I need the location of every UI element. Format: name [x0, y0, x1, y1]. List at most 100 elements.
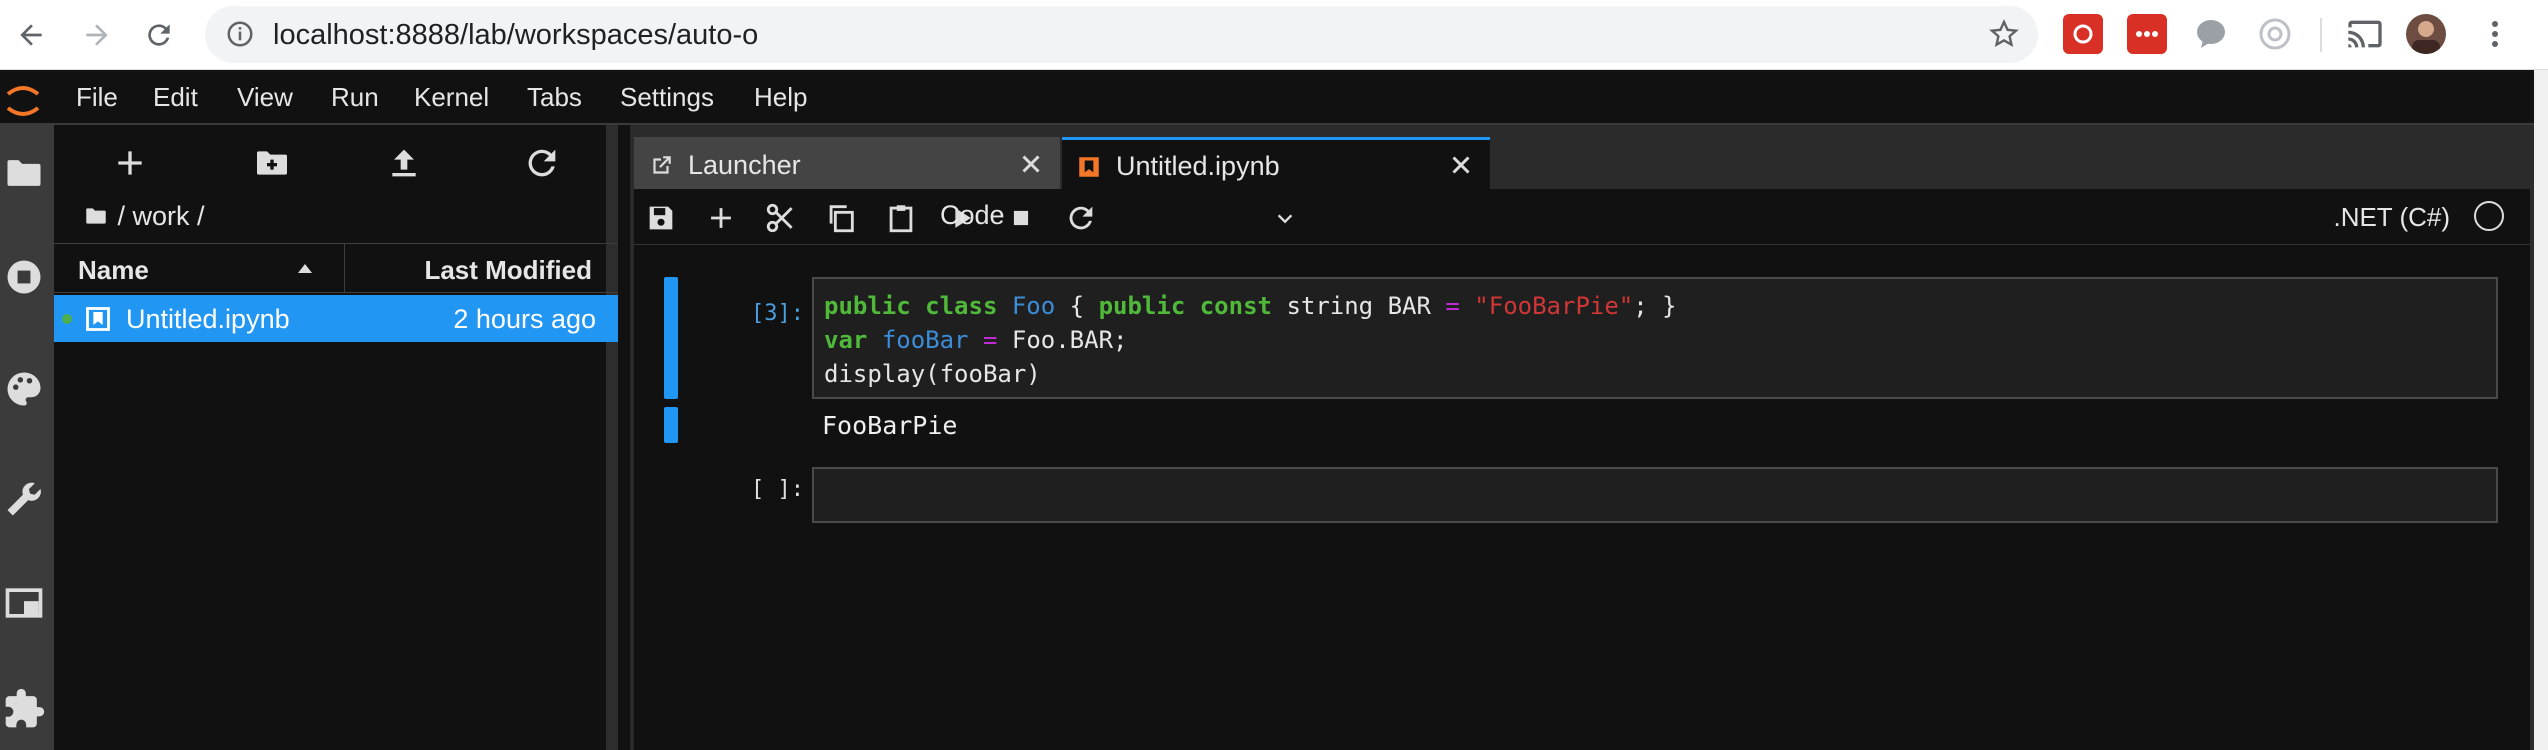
menu-file[interactable]: File — [76, 82, 118, 113]
keyword-token: const — [1199, 292, 1272, 320]
notebook-body: [3]: public class Foo { public const str… — [634, 245, 2530, 750]
cast-icon — [2348, 20, 2382, 48]
operator-token: = — [1445, 292, 1460, 320]
cast-button[interactable] — [2345, 14, 2385, 54]
notebook-file-icon — [86, 307, 110, 331]
info-icon[interactable] — [225, 19, 255, 49]
folder-icon[interactable] — [2, 151, 46, 195]
cut-icon[interactable] — [764, 201, 798, 235]
more-dots-extension-icon — [2136, 31, 2158, 37]
running-stop-icon[interactable] — [2, 255, 46, 299]
class-token: Foo — [1011, 292, 1056, 320]
close-icon[interactable] — [1446, 150, 1476, 180]
kernel-status-indicator — [2474, 201, 2504, 231]
operator-token: = — [982, 326, 998, 354]
name-column-header[interactable]: Name — [78, 255, 149, 286]
menu-edit[interactable]: Edit — [153, 82, 198, 113]
menu-view[interactable]: View — [237, 82, 293, 113]
extension-icon[interactable] — [2127, 14, 2167, 54]
chat-bubble-extension-icon — [2197, 20, 2225, 48]
identifier-token: Foo.BAR; — [1011, 326, 1128, 354]
restart-icon[interactable] — [1064, 201, 1098, 235]
screen: localhost:8888/lab/workspaces/auto-o Fil… — [0, 0, 2548, 750]
running-indicator — [62, 314, 72, 324]
extension-puzzle-icon[interactable] — [2, 687, 46, 731]
new-launcher-icon[interactable] — [110, 143, 150, 183]
tab-untitled-notebook[interactable]: Untitled.ipynb — [1062, 137, 1490, 189]
code-line: display(fooBar) — [824, 360, 1041, 388]
brace-token: { — [1069, 292, 1085, 320]
file-list-header: Name Last Modified — [54, 243, 618, 293]
menu-help[interactable]: Help — [754, 82, 807, 113]
modified-column-header[interactable]: Last Modified — [424, 255, 592, 286]
copy-icon[interactable] — [824, 201, 858, 235]
code-editor[interactable] — [812, 467, 2498, 523]
sort-up-icon[interactable] — [296, 262, 314, 276]
redux-extension-icon — [2073, 24, 2093, 44]
cell-prompt: [ ]: — [751, 477, 804, 502]
upload-icon[interactable] — [384, 143, 424, 183]
menu-settings[interactable]: Settings — [620, 82, 714, 113]
keyword-token: var — [824, 326, 868, 354]
column-divider — [344, 244, 345, 292]
punct-token: ; } — [1633, 292, 1677, 320]
extension-icon[interactable] — [2191, 14, 2231, 54]
tab-launcher[interactable]: Launcher — [634, 137, 1060, 189]
palette-icon[interactable] — [2, 367, 46, 411]
breadcrumb-path[interactable]: / work / — [118, 201, 205, 231]
new-folder-icon[interactable] — [252, 143, 292, 183]
menu-run[interactable]: Run — [331, 82, 379, 113]
address-bar[interactable]: localhost:8888/lab/workspaces/auto-o — [205, 6, 2038, 63]
keyword-token: public — [1098, 292, 1186, 320]
target-extension-icon — [2259, 18, 2291, 50]
bookmark-star-icon[interactable] — [1988, 18, 2020, 50]
jupyter-logo-icon — [6, 86, 40, 116]
toolbar-divider — [2320, 18, 2322, 52]
wrench-icon[interactable] — [2, 477, 46, 521]
left-activity-bar — [0, 125, 54, 750]
identifier-token: string BAR — [1286, 292, 1431, 320]
launcher-icon — [653, 156, 671, 174]
output-collapser[interactable] — [664, 407, 678, 443]
paste-icon[interactable] — [884, 201, 918, 235]
refresh-icon[interactable] — [522, 143, 562, 183]
cell-collapser[interactable] — [664, 277, 678, 399]
tabs-window-icon[interactable] — [2, 581, 46, 625]
code-editor[interactable]: public class Foo { public const string B… — [812, 277, 2498, 399]
kebab-menu-icon — [2492, 21, 2498, 47]
file-row[interactable]: Untitled.ipynb 2 hours ago — [54, 295, 618, 342]
file-name: Untitled.ipynb — [126, 304, 290, 334]
jupyter-menubar: File Edit View Run Kernel Tabs Settings … — [0, 70, 2548, 125]
avatar-icon — [2412, 21, 2440, 54]
insert-cell-icon[interactable] — [704, 201, 738, 235]
extension-icon[interactable] — [2063, 14, 2103, 54]
profile-avatar[interactable] — [2406, 14, 2446, 54]
browser-menu-button[interactable] — [2475, 14, 2515, 54]
reload-button[interactable] — [134, 10, 184, 60]
chevron-down-icon[interactable] — [1274, 208, 1296, 230]
keyword-token: class — [925, 292, 998, 320]
string-token: "FooBarPie" — [1474, 292, 1634, 320]
menu-kernel[interactable]: Kernel — [414, 82, 489, 113]
browser-toolbar: localhost:8888/lab/workspaces/auto-o — [0, 0, 2548, 70]
back-arrow-icon — [20, 24, 42, 46]
keyword-token: public — [824, 292, 911, 320]
variable-token: fooBar — [881, 326, 969, 354]
close-icon[interactable] — [1016, 149, 1046, 179]
menu-tabs[interactable]: Tabs — [527, 82, 582, 113]
breadcrumb[interactable]: / work / — [82, 201, 205, 232]
reload-icon — [148, 24, 170, 46]
cell-output: FooBarPie — [822, 411, 958, 440]
forward-button[interactable] — [72, 10, 122, 60]
cell-prompt: [3]: — [751, 301, 804, 326]
back-button[interactable] — [6, 10, 56, 60]
kernel-name[interactable]: .NET (C#) — [2333, 202, 2450, 233]
folder-icon[interactable] — [82, 203, 110, 229]
url-text: localhost:8888/lab/workspaces/auto-o — [273, 19, 759, 51]
extension-icon[interactable] — [2255, 14, 2295, 54]
notebook-icon — [1079, 157, 1099, 177]
interrupt-stop-icon[interactable] — [1004, 201, 1038, 235]
cell-type-select[interactable]: Code — [940, 200, 1005, 231]
notebook-toolbar: Code .NET (C#) — [634, 189, 2530, 245]
save-icon[interactable] — [644, 201, 678, 235]
